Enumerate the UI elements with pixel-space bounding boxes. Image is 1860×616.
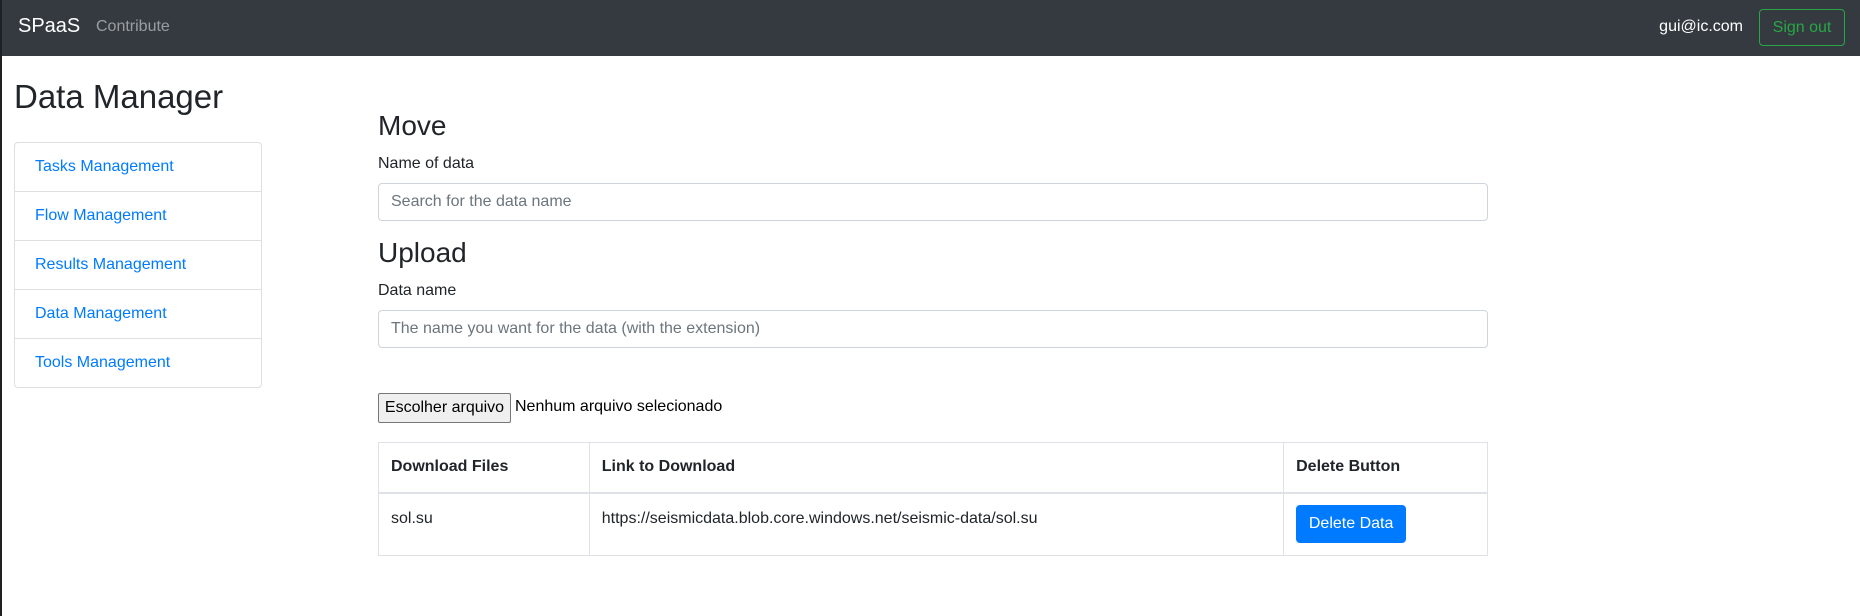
delete-cell: Delete Data xyxy=(1283,492,1488,556)
file-status-text: Nenhum arquivo selecionado xyxy=(515,398,723,415)
move-search-input[interactable] xyxy=(378,183,1488,221)
table-header-row: Download Files Link to Download Delete B… xyxy=(378,442,1488,494)
brand-logo[interactable]: SPaaS xyxy=(18,15,80,38)
upload-name-label: Data name xyxy=(378,282,457,299)
user-email: gui@ic.com xyxy=(1659,18,1743,35)
sidebar-item-tasks-management[interactable]: Tasks Management xyxy=(14,142,262,192)
header-download-files: Download Files xyxy=(378,442,590,494)
choose-file-button[interactable]: Escolher arquivo xyxy=(378,393,511,423)
top-navbar: SPaaS Contribute gui@ic.com Sign out xyxy=(2,0,1860,56)
sidebar-item-flow-management[interactable]: Flow Management xyxy=(14,191,262,241)
file-name-cell: sol.su xyxy=(378,492,590,556)
upload-name-input[interactable] xyxy=(378,310,1488,348)
page-title: Data Manager xyxy=(14,78,224,115)
sidebar-nav: Tasks Management Flow Management Results… xyxy=(14,142,262,388)
sidebar-item-tools-management[interactable]: Tools Management xyxy=(14,338,262,388)
move-name-label: Name of data xyxy=(378,155,475,172)
sign-out-button[interactable]: Sign out xyxy=(1759,9,1845,46)
sidebar-item-data-management[interactable]: Data Management xyxy=(14,289,262,339)
download-link[interactable]: https://seismicdata.blob.core.windows.ne… xyxy=(588,492,1285,556)
move-section-title: Move xyxy=(378,110,447,141)
sidebar-item-results-management[interactable]: Results Management xyxy=(14,240,262,290)
delete-data-button[interactable]: Delete Data xyxy=(1296,505,1407,544)
contribute-link[interactable]: Contribute xyxy=(96,18,170,36)
table-row: sol.su https://seismicdata.blob.core.win… xyxy=(378,492,1488,556)
header-link-to-download: Link to Download xyxy=(588,442,1285,494)
upload-section-title: Upload xyxy=(378,237,467,268)
download-files-table: Download Files Link to Download Delete B… xyxy=(378,442,1488,556)
header-delete-button: Delete Button xyxy=(1283,442,1488,494)
